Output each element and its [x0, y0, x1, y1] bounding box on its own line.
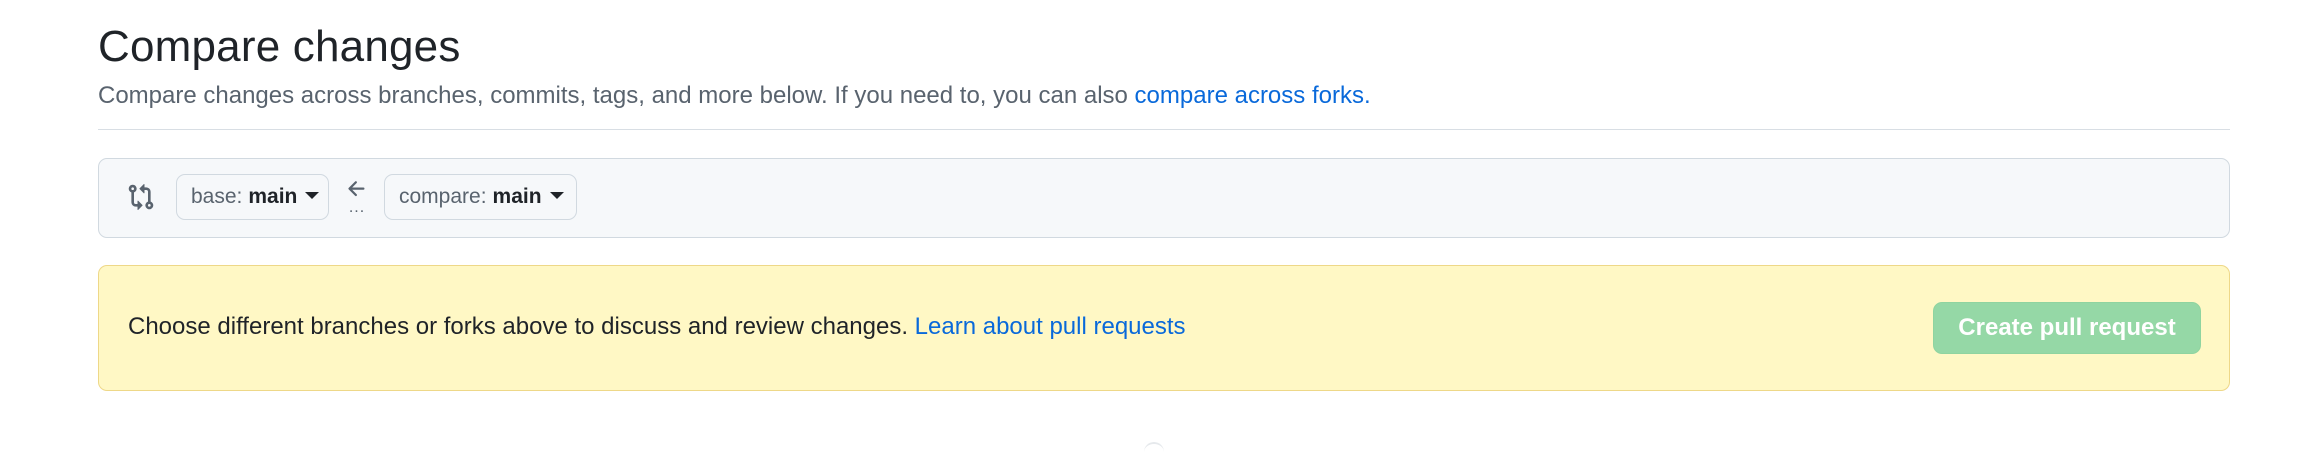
create-pull-request-button[interactable]: Create pull request	[1933, 302, 2201, 354]
page-title: Compare changes	[98, 22, 461, 71]
flash-notice: Choose different branches or forks above…	[98, 265, 2230, 391]
header-divider	[98, 129, 2230, 130]
compare-branch-name: main	[492, 185, 542, 208]
git-compare-icon	[128, 184, 154, 210]
compare-branch-prefix: compare:	[399, 185, 487, 208]
base-branch-name: main	[248, 185, 298, 208]
arrow-left-icon	[348, 181, 365, 197]
compare-across-forks-link[interactable]: compare across forks.	[1135, 82, 1371, 109]
caret-down-icon	[305, 191, 320, 199]
caret-down-icon	[549, 191, 564, 199]
loading-spinner-partial	[1144, 442, 1164, 452]
range-arrow: ...	[343, 177, 371, 221]
learn-about-pull-requests-link[interactable]: Learn about pull requests	[915, 313, 1186, 340]
flash-message: Choose different branches or forks above…	[128, 313, 1186, 341]
flash-message-text: Choose different branches or forks above…	[128, 313, 915, 340]
base-branch-prefix: base:	[191, 185, 243, 208]
base-branch-select[interactable]: base: main	[176, 174, 329, 220]
subtitle-text: Compare changes across branches, commits…	[98, 82, 1135, 109]
range-separator: ...	[348, 199, 366, 216]
range-editor: base: main ... compare: main	[98, 158, 2230, 238]
compare-branch-select[interactable]: compare: main	[384, 174, 577, 220]
page-subtitle: Compare changes across branches, commits…	[98, 82, 1371, 110]
